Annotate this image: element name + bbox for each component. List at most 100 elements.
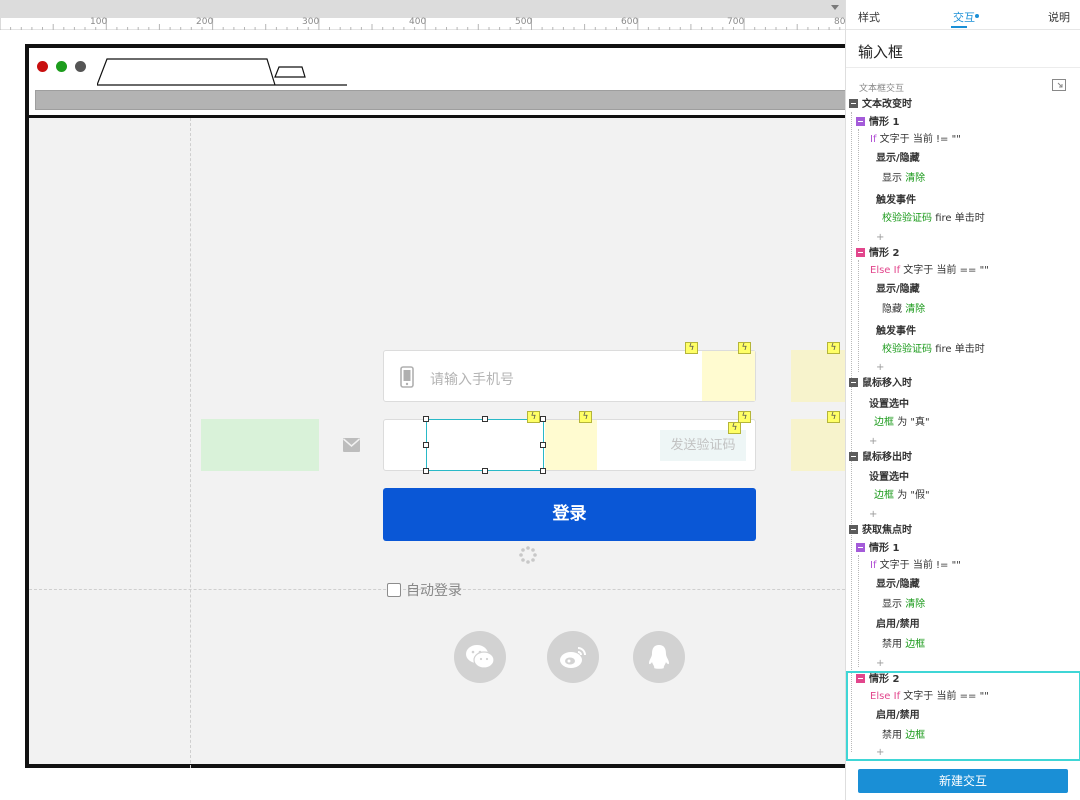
qq-login-button[interactable] [633,631,685,683]
action-row[interactable]: 启用/禁用 [876,616,920,634]
bolt-icon[interactable]: ϟ [527,411,540,423]
tab-notes[interactable]: 说明 [1048,9,1070,25]
action-detail-row[interactable]: 显示 清除 [882,170,925,188]
plus-icon[interactable]: + [876,362,884,373]
tab-interaction[interactable]: 交互 [951,9,975,28]
plus-icon[interactable]: + [869,509,877,520]
bolt-icon[interactable]: ϟ [738,342,751,354]
browser-mockup-frame[interactable] [25,44,845,768]
event-focus[interactable]: 获取焦点时 [849,522,912,540]
action-detail-row[interactable]: 校验验证码 fire 单击时 [882,341,985,359]
hidden-panel-placeholder[interactable] [791,350,845,402]
condition-row[interactable]: Else If 文字于 当前 == "" [870,262,989,280]
bolt-icon[interactable]: ϟ [685,342,698,354]
target-link[interactable]: 边框 [874,417,894,428]
target-link[interactable]: 校验验证码 [882,344,932,355]
action-detail-row[interactable]: 边框 为 "假" [874,487,930,505]
bolt-icon[interactable]: ϟ [728,422,741,434]
selected-input-box[interactable] [426,419,544,471]
hidden-panel-placeholder[interactable] [791,419,845,471]
section-label: 文本框交互 [859,84,905,94]
action-row[interactable]: 启用/禁用 [876,707,920,725]
send-code-button[interactable]: 发送验证码 [660,430,746,461]
elseif-keyword: Else If [870,265,901,276]
hotspot-area[interactable] [201,419,319,471]
action-row[interactable]: 触发事件 [876,192,916,210]
design-canvas[interactable]: 100 200 300 400 500 600 700 80 请输入手机号 发送… [0,0,845,800]
wechat-login-button[interactable] [454,631,506,683]
event-mouse-enter[interactable]: 鼠标移入时 [849,375,912,393]
collapse-icon[interactable] [849,378,858,387]
case-2[interactable]: 情形 2 [856,671,899,689]
action-row[interactable]: 显示/隐藏 [876,150,920,168]
condition-row[interactable]: If 文字于 当前 != "" [870,131,961,149]
action-row[interactable]: 设置选中 [869,396,909,414]
resize-handle[interactable] [423,468,429,474]
case-2[interactable]: 情形 2 [856,245,899,263]
clear-button-placeholder[interactable] [702,351,755,401]
bolt-icon[interactable]: ϟ [827,411,840,423]
event-text-change[interactable]: 文本改变时 [849,96,912,114]
plus-icon[interactable]: + [876,658,884,669]
weibo-login-button[interactable] [547,631,599,683]
action-detail-row[interactable]: 显示 清除 [882,596,925,614]
ruler-scroll-bar[interactable] [0,0,845,18]
resize-handle[interactable] [540,416,546,422]
action-row[interactable]: 触发事件 [876,323,916,341]
target-link[interactable]: 清除 [905,173,925,184]
resize-handle[interactable] [482,468,488,474]
target-link[interactable]: 校验验证码 [882,213,932,224]
widget-name[interactable]: 输入框 [858,41,903,62]
ruler-dropdown-icon[interactable] [831,5,839,10]
expand-icon[interactable] [1052,79,1066,91]
action-row[interactable]: 显示/隐藏 [876,576,920,594]
target-link[interactable]: 边框 [905,730,925,741]
plus-icon[interactable]: + [869,436,877,447]
action-detail-row[interactable]: 边框 为 "真" [874,414,930,432]
resize-handle[interactable] [540,468,546,474]
auto-login-checkbox[interactable]: 自动登录 [387,580,462,600]
add-action-button[interactable]: + [876,744,884,762]
condition-row[interactable]: If 文字于 当前 != "" [870,557,961,575]
resize-handle[interactable] [423,416,429,422]
bolt-icon[interactable]: ϟ [827,342,840,354]
horizontal-ruler: 100 200 300 400 500 600 700 80 [0,0,845,30]
target-link[interactable]: 清除 [905,599,925,610]
target-link[interactable]: 边框 [905,639,925,650]
collapse-icon[interactable] [849,99,858,108]
action-detail-row[interactable]: 校验验证码 fire 单击时 [882,210,985,228]
new-interaction-button[interactable]: 新建交互 [858,769,1068,793]
collapse-icon[interactable] [856,543,865,552]
collapse-icon[interactable] [856,117,865,126]
plus-icon[interactable]: + [876,232,884,243]
resize-handle[interactable] [540,442,546,448]
collapse-icon[interactable] [856,674,865,683]
plus-icon[interactable]: + [876,747,884,758]
case-1[interactable]: 情形 1 [856,114,899,132]
action-detail-row[interactable]: 禁用 边框 [882,636,925,654]
address-bar [35,90,845,110]
clear-button-placeholder[interactable] [545,420,597,470]
event-mouse-leave[interactable]: 鼠标移出时 [849,449,912,467]
collapse-icon[interactable] [849,525,858,534]
tree-line [858,129,859,241]
resize-handle[interactable] [482,416,488,422]
target-link[interactable]: 清除 [905,304,925,315]
target-link[interactable]: 边框 [874,490,894,501]
collapse-icon[interactable] [849,452,858,461]
collapse-icon[interactable] [856,248,865,257]
action-detail-row[interactable]: 隐藏 清除 [882,301,925,319]
login-button[interactable]: 登录 [383,488,756,541]
condition-row[interactable]: Else If 文字于 当前 == "" [870,688,989,706]
phone-input-field[interactable]: 请输入手机号 [383,350,756,402]
case-1[interactable]: 情形 1 [856,540,899,558]
checkbox-icon[interactable] [387,583,401,597]
action-row[interactable]: 设置选中 [869,469,909,487]
detail-text: 显示 [882,599,902,610]
action-row[interactable]: 显示/隐藏 [876,281,920,299]
action-detail-row[interactable]: 禁用 边框 [882,727,925,745]
resize-handle[interactable] [423,442,429,448]
bolt-icon[interactable]: ϟ [579,411,592,423]
tab-style[interactable]: 样式 [858,9,880,25]
interaction-tree: 文本改变时 情形 1 If 文字于 当前 != "" 显示/隐藏 显示 清除 触… [846,96,1080,764]
